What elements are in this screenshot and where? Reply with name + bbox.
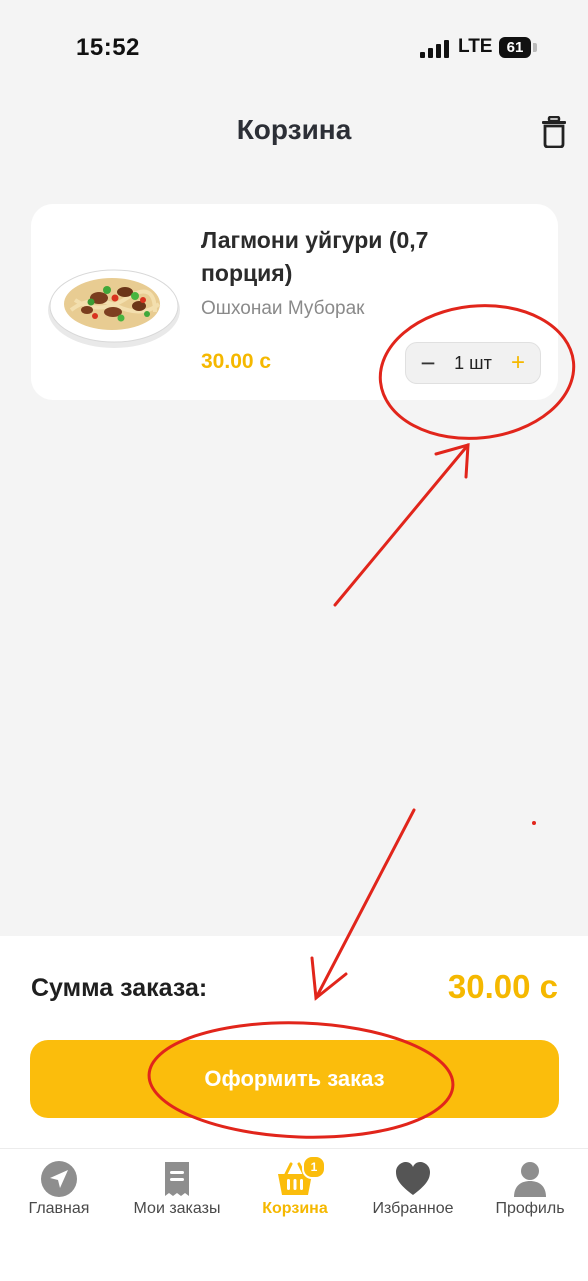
bottom-tab-bar: Главная Мои заказы 1 Корзина Избранное П… — [0, 1148, 588, 1281]
trash-icon[interactable] — [540, 116, 568, 148]
battery-cap — [533, 43, 537, 52]
tab-favorites[interactable]: Избранное — [358, 1149, 468, 1239]
tab-home[interactable]: Главная — [14, 1149, 104, 1239]
tab-cart[interactable]: 1 Корзина — [250, 1149, 340, 1239]
tab-my-orders[interactable]: Мои заказы — [122, 1149, 232, 1239]
quantity-stepper: − 1 шт + — [405, 342, 541, 384]
battery-icon: 61 — [499, 37, 531, 58]
tab-profile[interactable]: Профиль — [488, 1149, 572, 1239]
tab-label-my-orders: Мои заказы — [133, 1200, 221, 1217]
status-bar: 15:52 LTE 61 — [0, 0, 588, 96]
tab-label-home: Главная — [28, 1200, 90, 1217]
status-time: 15:52 — [76, 34, 140, 61]
item-vendor: Ошхонаи Муборак — [201, 298, 365, 319]
annotation-dot — [532, 821, 536, 825]
order-total-label: Сумма заказа: — [31, 974, 208, 1002]
order-summary-panel: Сумма заказа: 30.00 с Оформить заказ — [0, 936, 588, 1148]
cart-badge: 1 — [302, 1155, 326, 1179]
cart-item-card[interactable]: Лагмони уйгури (0,7 порция) Ошхонаи Мубо… — [31, 204, 558, 400]
receipt-icon — [165, 1162, 189, 1196]
checkout-button[interactable]: Оформить заказ — [30, 1040, 559, 1118]
item-title: Лагмони уйгури (0,7 порция) — [201, 227, 429, 286]
heart-icon — [396, 1162, 430, 1195]
navigation-arrow-icon — [41, 1161, 77, 1197]
tab-label-favorites: Избранное — [372, 1200, 454, 1217]
annotation-arrow-up — [333, 443, 470, 607]
dish-image — [48, 269, 180, 348]
tab-label-profile: Профиль — [495, 1200, 565, 1217]
page-title: Корзина — [236, 114, 352, 145]
quantity-value: 1 шт — [454, 353, 492, 373]
user-icon — [514, 1162, 546, 1197]
tab-label-cart: Корзина — [262, 1200, 328, 1217]
decrease-quantity-button[interactable]: − — [406, 343, 450, 383]
order-total-value: 30.00 с — [447, 968, 558, 1005]
network-type: LTE — [458, 36, 493, 57]
increase-quantity-button[interactable]: + — [496, 343, 540, 383]
annotation-arrowhead-up — [434, 442, 470, 479]
item-price: 30.00 с — [201, 350, 272, 373]
signal-icon — [420, 38, 450, 58]
